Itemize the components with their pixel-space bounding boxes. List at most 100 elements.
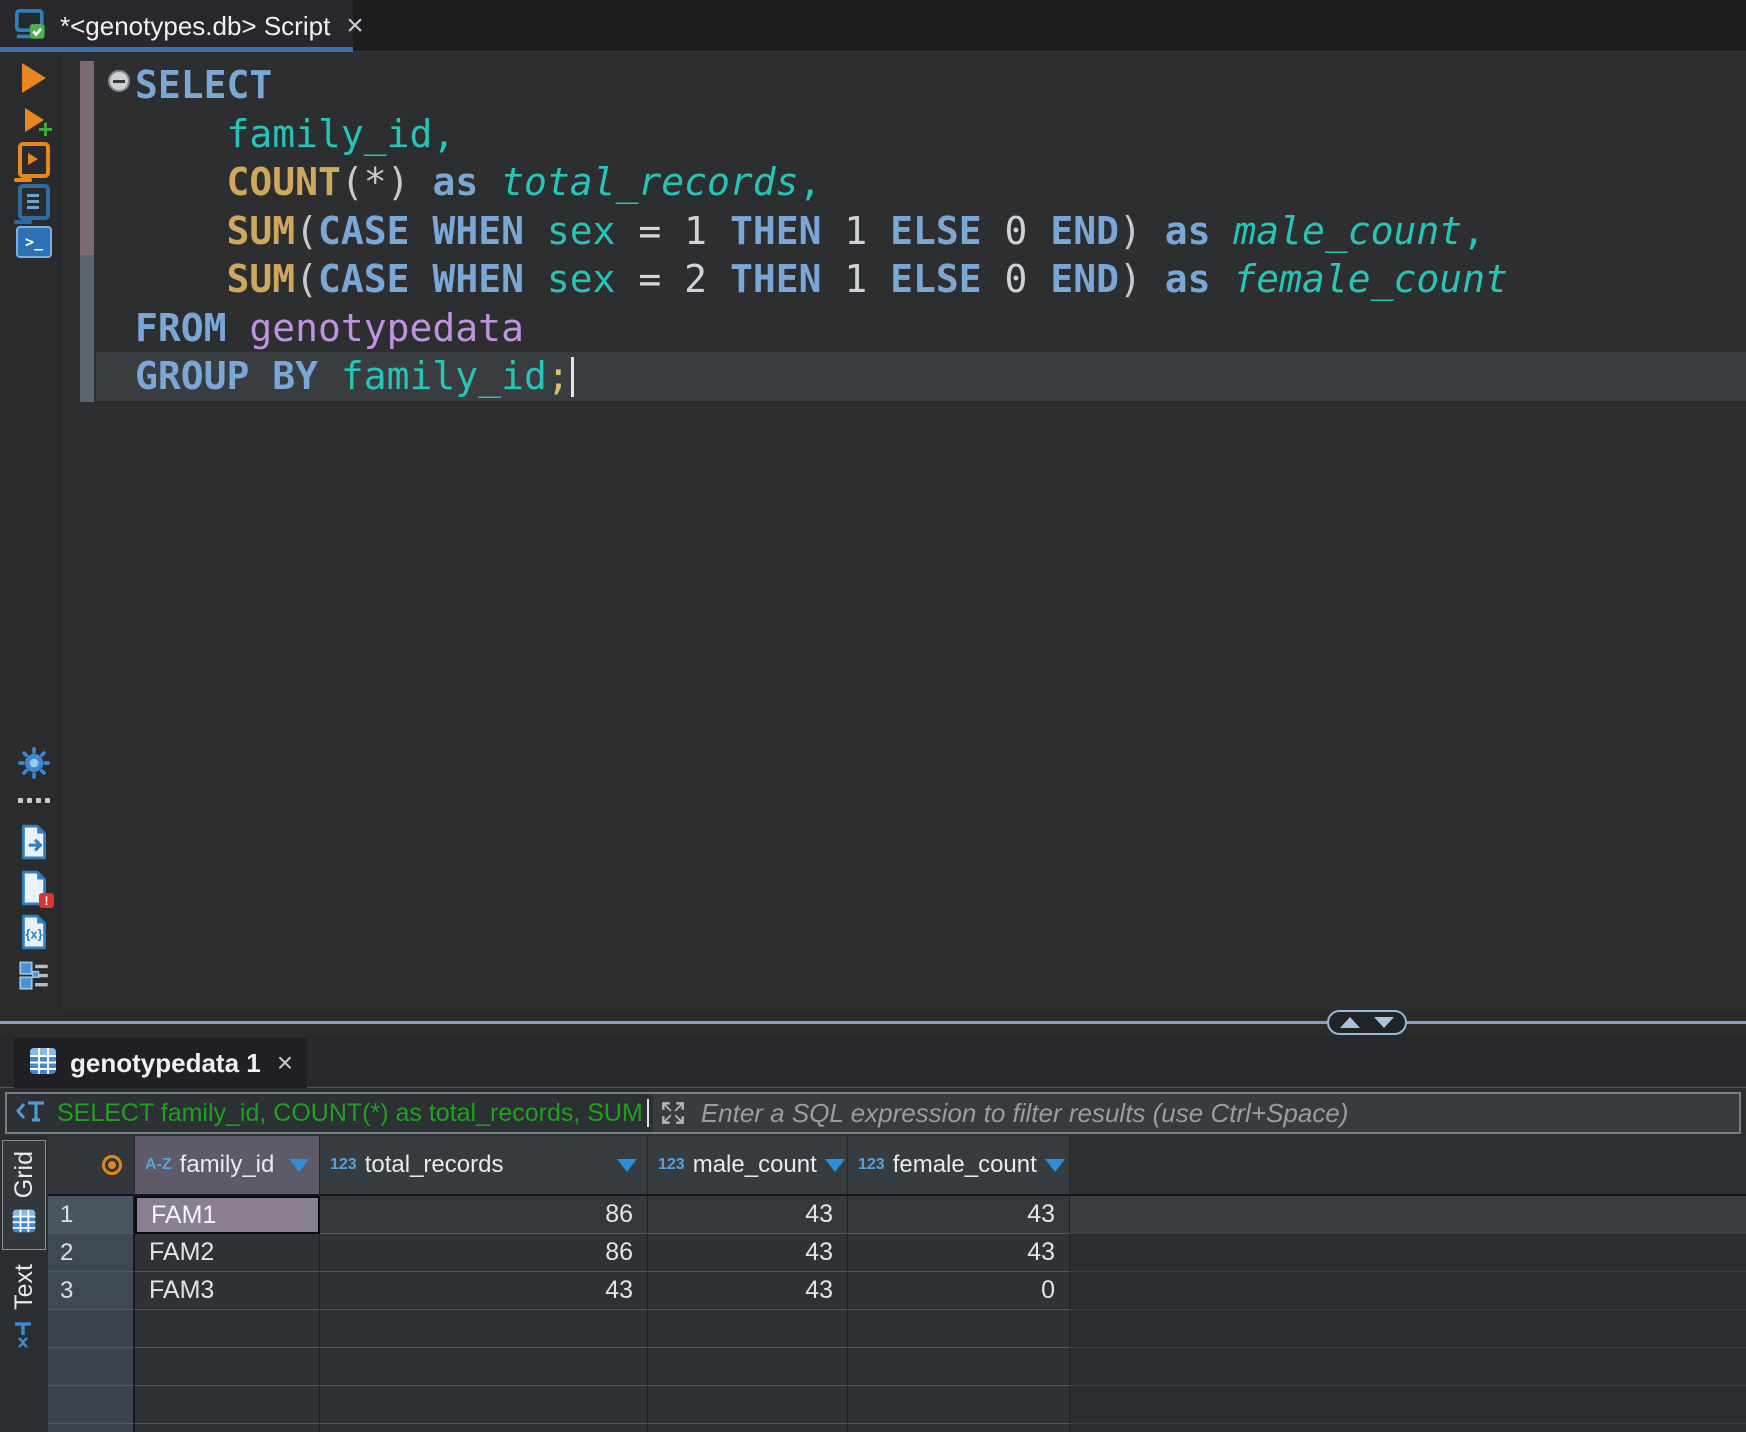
table-row[interactable]: 3FAM343430 bbox=[48, 1272, 1746, 1310]
execute-statement-icon[interactable] bbox=[16, 60, 52, 96]
column-type-icon: 123 bbox=[658, 1156, 685, 1174]
cell-total_records[interactable]: 86 bbox=[320, 1196, 648, 1234]
sql-editor[interactable]: SELECT family_id, COUNT(*) as total_reco… bbox=[62, 52, 1746, 1010]
result-filter-bar[interactable]: SELECT family_id, COUNT(*) as total_reco… bbox=[5, 1092, 1741, 1134]
cell-male_count[interactable]: 43 bbox=[648, 1196, 848, 1234]
row-filler bbox=[1070, 1196, 1746, 1234]
tab-grid[interactable]: Grid bbox=[2, 1140, 46, 1250]
more-options-dots-icon[interactable] bbox=[16, 794, 52, 806]
results-tabbar: genotypedata 1 × bbox=[0, 1035, 1746, 1088]
row-filler bbox=[1070, 1272, 1746, 1310]
column-dropdown-icon[interactable] bbox=[825, 1159, 845, 1172]
header-filler bbox=[1070, 1136, 1746, 1196]
row-number[interactable]: 2 bbox=[48, 1234, 135, 1272]
sql-script-icon bbox=[14, 8, 48, 45]
result-grid[interactable]: A-Zfamily_id123total_records123male_coun… bbox=[48, 1136, 1746, 1432]
grid-header: A-Zfamily_id123total_records123male_coun… bbox=[48, 1136, 1746, 1196]
sql-expression-icon bbox=[15, 1096, 49, 1131]
editor-tab-close-icon[interactable]: × bbox=[346, 11, 364, 41]
empty-row[interactable] bbox=[48, 1348, 1746, 1386]
filter-sql-preview: SELECT family_id, COUNT(*) as total_reco… bbox=[57, 1099, 643, 1128]
panel-splitter[interactable] bbox=[0, 1010, 1746, 1035]
tab-text[interactable]: Text bbox=[2, 1254, 46, 1363]
sql-code[interactable]: SELECT family_id, COUNT(*) as total_reco… bbox=[135, 61, 1746, 401]
filter-text-cursor bbox=[647, 1099, 649, 1127]
collapse-up-icon[interactable] bbox=[1340, 1017, 1360, 1028]
cell-family_id[interactable]: FAM2 bbox=[135, 1234, 320, 1272]
code-line[interactable]: SUM(CASE WHEN sex = 2 THEN 1 ELSE 0 END)… bbox=[135, 255, 1746, 304]
empty-row[interactable] bbox=[48, 1310, 1746, 1348]
export-result-icon[interactable] bbox=[16, 824, 52, 860]
filter-expression-area[interactable]: SELECT family_id, COUNT(*) as total_reco… bbox=[7, 1094, 653, 1132]
column-header-total_records[interactable]: 123total_records bbox=[320, 1136, 648, 1196]
table-row[interactable]: 2FAM2864343 bbox=[48, 1234, 1746, 1272]
tab-grid-label: Grid bbox=[10, 1151, 39, 1198]
code-line[interactable]: COUNT(*) as total_records, bbox=[135, 158, 1746, 207]
grid-table-icon bbox=[28, 1046, 58, 1081]
cell-female_count[interactable]: 0 bbox=[848, 1272, 1070, 1310]
cell-male_count[interactable]: 43 bbox=[648, 1234, 848, 1272]
row-filler bbox=[1070, 1234, 1746, 1272]
collapse-down-icon[interactable] bbox=[1374, 1017, 1394, 1028]
column-header-female_count[interactable]: 123 female_count bbox=[848, 1136, 1070, 1196]
code-line[interactable]: FROM genotypedata bbox=[135, 304, 1746, 353]
document-error-icon[interactable]: ! bbox=[16, 870, 52, 906]
cell-family_id[interactable]: FAM1 bbox=[135, 1196, 320, 1234]
results-tab-genotypedata[interactable]: genotypedata 1 × bbox=[14, 1038, 307, 1088]
outline-list-icon[interactable] bbox=[16, 957, 52, 993]
change-indicator-bar bbox=[80, 255, 94, 402]
grid-corner-cell[interactable] bbox=[48, 1136, 135, 1196]
explain-plan-icon[interactable] bbox=[16, 184, 52, 220]
editor-tab-sql-script[interactable]: *<genotypes.db> Script × bbox=[0, 0, 353, 52]
dbeaver-window: *<genotypes.db> Script × + >_ bbox=[0, 0, 1746, 1432]
results-side-tabs: Grid Text bbox=[0, 1136, 48, 1432]
column-type-icon: 123 bbox=[858, 1156, 885, 1174]
code-line[interactable]: SELECT bbox=[135, 61, 1746, 110]
column-type-icon: 123 bbox=[330, 1156, 357, 1174]
text-value-icon bbox=[12, 1320, 36, 1353]
text-cursor bbox=[571, 357, 574, 397]
row-number[interactable]: 1 bbox=[48, 1196, 135, 1234]
column-label: male_count bbox=[693, 1151, 817, 1179]
grid-rows[interactable]: 1FAM18643432FAM28643433FAM343430 bbox=[48, 1196, 1746, 1432]
row-number[interactable]: 3 bbox=[48, 1272, 135, 1310]
empty-row[interactable] bbox=[48, 1386, 1746, 1424]
error-badge: ! bbox=[39, 893, 54, 908]
tab-text-label: Text bbox=[10, 1264, 39, 1310]
column-dropdown-icon[interactable] bbox=[289, 1159, 309, 1172]
editor-toolbar: + >_ bbox=[0, 52, 62, 1010]
cell-total_records[interactable]: 43 bbox=[320, 1272, 648, 1310]
execute-script-icon[interactable] bbox=[16, 142, 52, 178]
execute-new-tab-icon[interactable]: + bbox=[16, 102, 52, 138]
expand-filter-icon[interactable] bbox=[653, 1094, 693, 1132]
document-variables-icon[interactable]: {x} bbox=[16, 914, 52, 950]
column-type-icon: A-Z bbox=[145, 1156, 172, 1174]
cell-male_count[interactable]: 43 bbox=[648, 1272, 848, 1310]
splitter-line bbox=[0, 1021, 1746, 1024]
change-indicator-bar bbox=[80, 61, 94, 255]
empty-row[interactable] bbox=[48, 1424, 1746, 1432]
results-tab-close-icon[interactable]: × bbox=[277, 1049, 293, 1077]
column-label: female_count bbox=[893, 1151, 1037, 1179]
grid-icon bbox=[11, 1208, 37, 1239]
table-row[interactable]: 1FAM1864343 bbox=[48, 1196, 1746, 1234]
code-fold-icon[interactable] bbox=[108, 70, 130, 92]
code-line[interactable]: family_id, bbox=[135, 110, 1746, 159]
select-all-target-icon[interactable] bbox=[102, 1155, 122, 1175]
code-line[interactable]: GROUP BY family_id; bbox=[135, 352, 1746, 401]
cell-female_count[interactable]: 43 bbox=[848, 1234, 1070, 1272]
column-header-family_id[interactable]: A-Zfamily_id bbox=[135, 1136, 320, 1196]
cell-female_count[interactable]: 43 bbox=[848, 1196, 1070, 1234]
cell-total_records[interactable]: 86 bbox=[320, 1234, 648, 1272]
editor-tabbar: *<genotypes.db> Script × bbox=[0, 0, 1746, 52]
cell-family_id[interactable]: FAM3 bbox=[135, 1272, 320, 1310]
column-header-male_count[interactable]: 123 male_count bbox=[648, 1136, 848, 1196]
column-dropdown-icon[interactable] bbox=[1045, 1159, 1065, 1172]
editor-tab-title: *<genotypes.db> Script bbox=[60, 11, 330, 42]
settings-gear-icon[interactable] bbox=[16, 745, 52, 781]
filter-placeholder[interactable]: Enter a SQL expression to filter results… bbox=[701, 1098, 1349, 1129]
code-line[interactable]: SUM(CASE WHEN sex = 1 THEN 1 ELSE 0 END)… bbox=[135, 207, 1746, 256]
column-dropdown-icon[interactable] bbox=[617, 1159, 637, 1172]
splitter-collapse-control[interactable] bbox=[1327, 1010, 1407, 1035]
sql-console-icon[interactable]: >_ bbox=[16, 224, 52, 260]
